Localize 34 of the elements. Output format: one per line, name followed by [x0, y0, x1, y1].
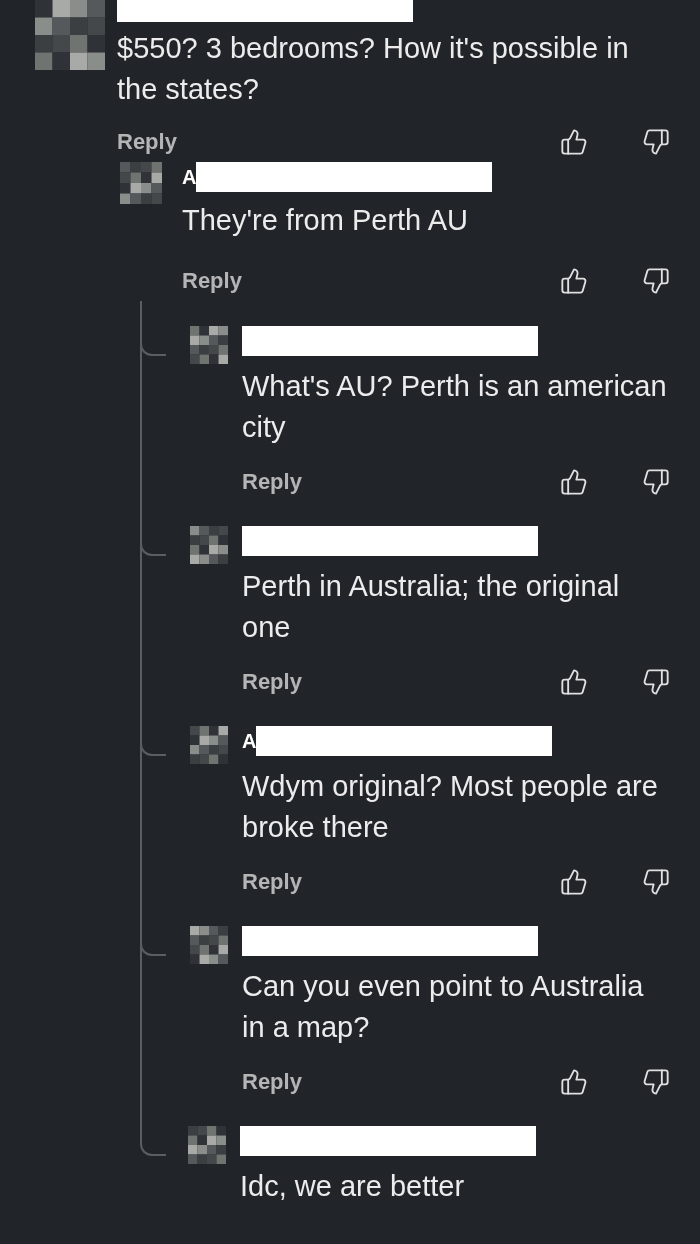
comment-text: They're from Perth AU	[182, 203, 469, 238]
thumbs-up-icon[interactable]	[560, 267, 588, 295]
thumbs-down-icon[interactable]	[642, 668, 670, 696]
thumbs-down-icon[interactable]	[642, 267, 670, 295]
avatar	[190, 726, 228, 764]
author-name: A	[182, 165, 197, 189]
comment-text: What's AU? Perth is an american city	[242, 369, 668, 445]
reply-link[interactable]: Reply	[182, 268, 242, 294]
reply-link[interactable]: Reply	[242, 869, 302, 895]
avatar	[35, 0, 105, 70]
reply-link[interactable]: Reply	[242, 669, 302, 695]
thumbs-up-icon[interactable]	[560, 128, 588, 156]
thumbs-down-icon[interactable]	[642, 468, 670, 496]
comment-text: $550? 3 bedrooms? How it's possible in the states?	[117, 31, 630, 107]
reply-link[interactable]: Reply	[242, 1069, 302, 1095]
avatar	[190, 326, 228, 364]
thumbs-down-icon[interactable]	[642, 128, 670, 156]
comment-text: Idc, we are better	[240, 1169, 466, 1204]
avatar	[190, 526, 228, 564]
reply-link[interactable]: Reply	[242, 469, 302, 495]
comment-text: Can you even point to Australia in a map?	[242, 969, 645, 1045]
avatar	[120, 162, 162, 204]
comment-text: Perth in Australia; the original one	[242, 569, 621, 645]
thumbs-down-icon[interactable]	[642, 868, 670, 896]
thumbs-down-icon[interactable]	[642, 1068, 670, 1096]
thumbs-up-icon[interactable]	[560, 868, 588, 896]
thumbs-up-icon[interactable]	[560, 1068, 588, 1096]
author-name: A	[242, 729, 257, 753]
thumbs-up-icon[interactable]	[560, 468, 588, 496]
thumbs-up-icon[interactable]	[560, 668, 588, 696]
reply-link[interactable]: Reply	[117, 129, 177, 155]
comment-text: Wdym original? Most people are broke there	[242, 769, 659, 845]
avatar	[190, 926, 228, 964]
avatar	[188, 1126, 226, 1164]
